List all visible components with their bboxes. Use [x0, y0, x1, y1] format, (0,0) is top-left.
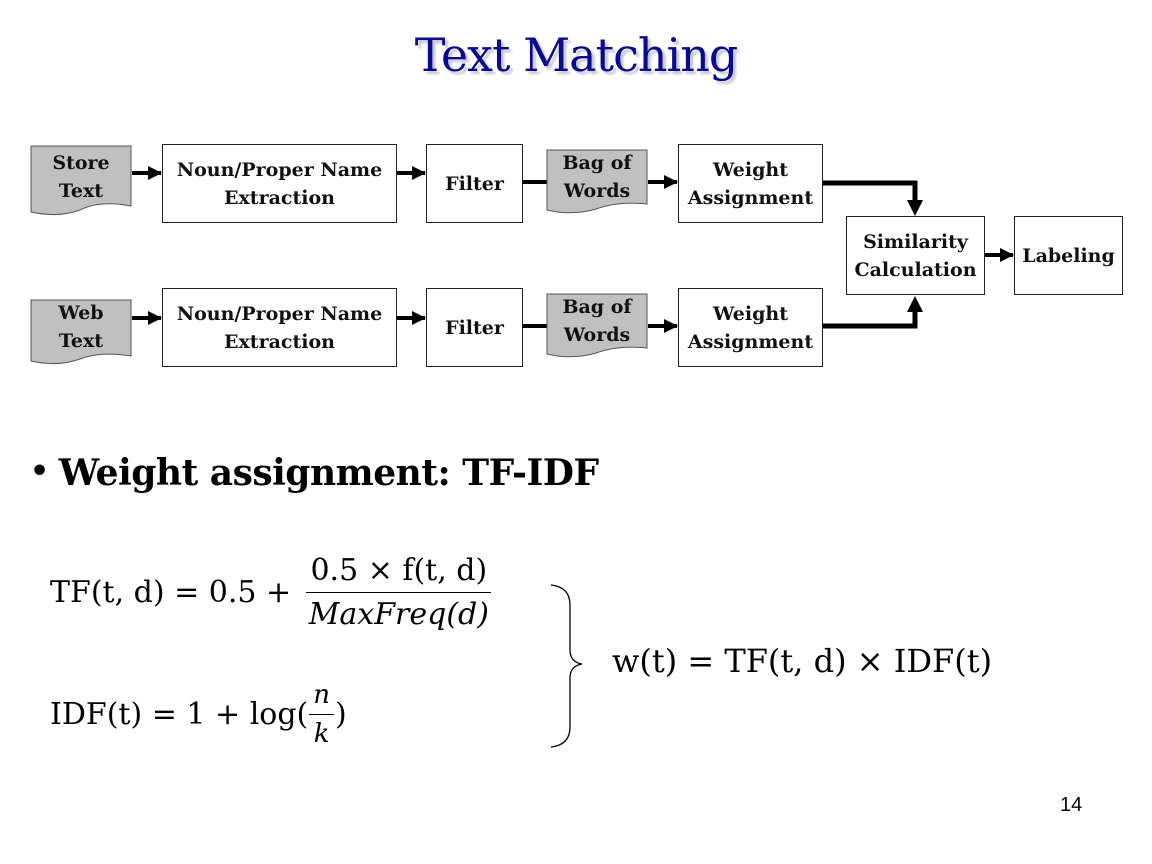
filter-box-1: Filter — [426, 144, 523, 223]
bag-of-words-document-1: Bag of Words — [546, 149, 648, 217]
bullet-text: Weight assignment: TF-IDF — [58, 452, 599, 494]
web-text-document: Web Text — [30, 299, 132, 367]
arrow-weight-to-similarity-1 — [823, 180, 918, 202]
tf-lhs: TF(t, d) = 0.5 + — [50, 575, 292, 610]
idf-formula: IDF(t) = 1 + log( n k ) — [50, 680, 347, 749]
weight-assignment-box-1: Weight Assignment — [678, 144, 823, 223]
labeling-box: Labeling — [1014, 216, 1123, 295]
bullet-point: • Weight assignment: TF-IDF — [30, 452, 599, 494]
noun-extraction-box-2: Noun/Proper Name Extraction — [162, 288, 397, 367]
weight-formula: w(t) = TF(t, d) × IDF(t) — [612, 642, 993, 680]
idf-fraction: n k — [309, 680, 335, 749]
arrow-weight-to-similarity-2 — [823, 310, 918, 329]
idf-lhs: IDF(t) = 1 + log( — [50, 697, 309, 732]
similarity-calculation-box: Similarity Calculation — [846, 216, 985, 295]
idf-denominator: k — [313, 719, 330, 749]
curly-brace — [550, 584, 583, 748]
arrowhead-down — [907, 200, 923, 216]
tf-fraction: 0.5 × f(t, d) MaxFreq(d) — [305, 553, 493, 632]
tf-formula: TF(t, d) = 0.5 + 0.5 × f(t, d) MaxFreq(d… — [50, 553, 497, 632]
arrowhead-up — [907, 296, 923, 312]
bullet-icon: • — [30, 454, 49, 489]
page-number: 14 — [1060, 794, 1083, 816]
bag-of-words-document-2: Bag of Words — [546, 293, 648, 361]
idf-numerator: n — [309, 680, 335, 715]
filter-box-2: Filter — [426, 288, 523, 367]
noun-extraction-box-1: Noun/Proper Name Extraction — [162, 144, 397, 223]
tf-numerator: 0.5 × f(t, d) — [306, 553, 492, 593]
store-text-document: Store Text — [30, 145, 132, 217]
idf-close: ) — [335, 697, 347, 732]
tf-denominator: MaxFreq(d) — [308, 597, 489, 632]
weight-assignment-box-2: Weight Assignment — [678, 288, 823, 367]
